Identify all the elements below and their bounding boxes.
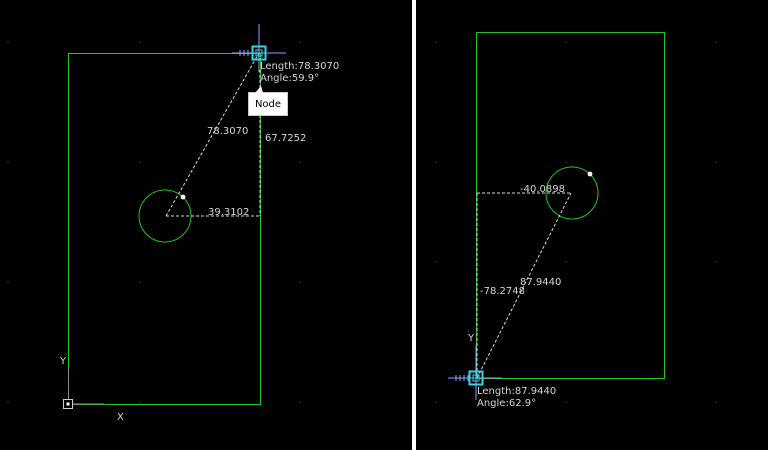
drawing-canvas-right[interactable]: -40.0898 87.9440 -78.2748 Y Length:87.94… (416, 0, 768, 450)
dim-horizontal: -40.0898 (520, 184, 565, 195)
circle-start-point (180, 194, 186, 200)
dim-hypotenuse: 87.9440 (520, 277, 561, 288)
part-outline-rect[interactable] (476, 32, 665, 379)
node-tooltip: Node (248, 86, 288, 116)
drawing-canvas-left[interactable]: 78.3070 67.7252 39.3102 Length:78.3070 A… (0, 0, 412, 450)
cursor-length-readout: Length:78.3070 (260, 61, 339, 72)
origin-axes (68, 370, 104, 405)
cad-viewport-left[interactable]: 78.3070 67.7252 39.3102 Length:78.3070 A… (0, 0, 412, 450)
cursor-length-readout: Length:87.9440 (477, 386, 556, 397)
origin-icon (63, 399, 73, 409)
dim-hypotenuse: 78.3070 (207, 126, 248, 137)
cad-viewport-right[interactable]: -40.0898 87.9440 -78.2748 Y Length:87.94… (416, 0, 768, 450)
dim-vertical: 67.7252 (265, 133, 306, 144)
cursor-angle-readout: Angle:62.9° (477, 398, 536, 409)
axis-label-y: Y (467, 333, 475, 344)
dim-vertical: -78.2748 (480, 286, 525, 297)
part-outline-rect[interactable] (68, 53, 261, 405)
circle-start-point (587, 171, 593, 177)
axis-label-x: X (117, 412, 124, 423)
cursor-angle-readout: Angle:59.9° (260, 73, 319, 84)
dim-horizontal: 39.3102 (208, 207, 249, 218)
axis-label-y: Y (59, 356, 67, 367)
